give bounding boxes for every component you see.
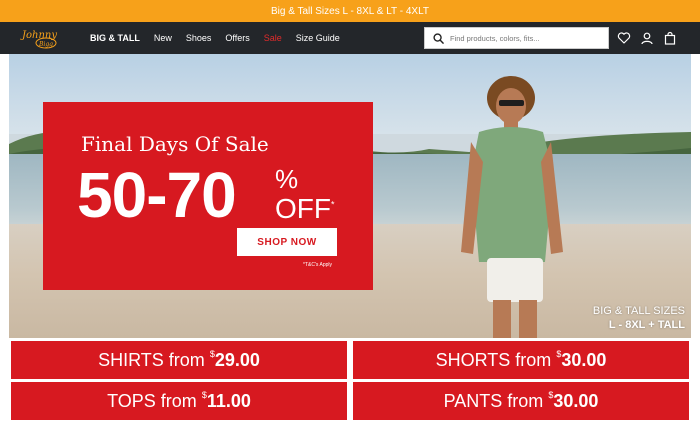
johnny-bigg-logo[interactable]: Johnny Bigg [20,26,62,50]
nav-link-new[interactable]: New [154,33,172,43]
tile-label: SHIRTS from [98,349,205,370]
tile-price: 29.00 [214,349,260,370]
model-photo [461,76,563,338]
caption-line-2: L - 8XL + TALL [608,319,685,331]
bag-icon[interactable] [663,31,677,45]
sale-promo-box[interactable]: Final Days Of Sale 50-70 % OFF* SHOP NOW… [43,102,373,290]
nav-link-shoes[interactable]: Shoes [186,33,212,43]
search-icon[interactable] [433,32,444,44]
tile-currency: $ [201,390,207,400]
tile-currency: $ [548,390,554,400]
category-tile-pants[interactable]: PANTS from $30.00 [353,382,689,420]
nav-links: BIG & TALL New Shoes Offers Sale Size Gu… [90,22,354,54]
category-tile-shorts[interactable]: SHORTS from $30.00 [353,341,689,379]
nav-link-big-tall[interactable]: BIG & TALL [90,33,140,43]
user-icon[interactable] [640,31,654,45]
search-bar[interactable] [424,27,609,49]
announcement-bar: Big & Tall Sizes L - 8XL & LT - 4XLT [0,0,700,22]
category-tile-tops[interactable]: TOPS from $11.00 [11,382,347,420]
tile-currency: $ [556,349,562,359]
terms-note: *T&C's Apply [303,262,333,268]
search-input[interactable] [450,33,600,43]
hero-banner[interactable]: Final Days Of Sale 50-70 % OFF* SHOP NOW… [9,54,691,338]
tile-label: TOPS from [107,390,197,411]
tile-price: 30.00 [553,390,599,411]
tile-currency: $ [209,349,215,359]
category-tile-shirts[interactable]: SHIRTS from $29.00 [11,341,347,379]
promo-off-text: OFF [275,193,331,224]
tile-label: SHORTS from [435,349,552,370]
tile-label: PANTS from [443,390,544,411]
main-nav: Johnny Bigg BIG & TALL New Shoes Offers … [0,22,700,54]
heart-icon[interactable] [617,31,631,45]
tile-price: 30.00 [561,349,607,370]
shop-now-button[interactable]: SHOP NOW [237,228,337,256]
caption-line-1: BIG & TALL SIZES [592,305,685,317]
nav-link-size-guide[interactable]: Size Guide [296,33,340,43]
tile-price: 11.00 [206,390,251,411]
promo-percent-sign: % [275,164,299,194]
promo-discount-range: 50-70 [77,159,237,231]
announcement-text: Big & Tall Sizes L - 8XL & LT - 4XLT [270,5,430,17]
svg-text:Bigg: Bigg [38,41,53,48]
big-tall-caption: BIG & TALL SIZES L - 8XL + TALL [593,304,685,332]
nav-link-sale[interactable]: Sale [264,33,282,43]
promo-asterisk: * [331,199,335,210]
promo-off-label: OFF* [275,193,335,225]
nav-link-offers[interactable]: Offers [225,33,249,43]
promo-title: Final Days Of Sale [81,132,269,156]
